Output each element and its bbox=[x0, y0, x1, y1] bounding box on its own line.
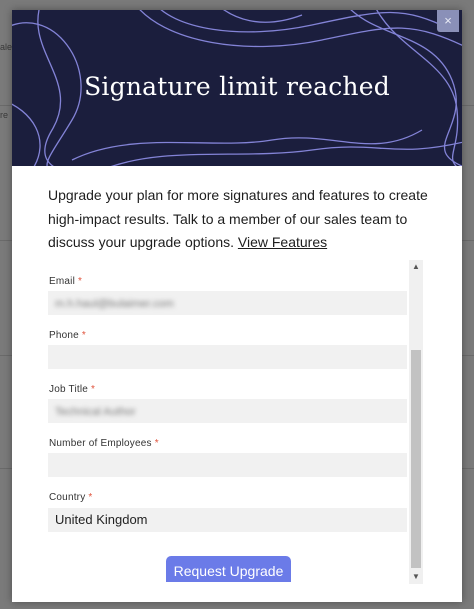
modal-title: Signature limit reached bbox=[84, 72, 390, 101]
required-marker: * bbox=[78, 276, 83, 287]
form-scrollbar[interactable]: ▲ ▼ bbox=[409, 260, 423, 584]
country-label: Country * bbox=[49, 492, 93, 503]
email-label: Email * bbox=[49, 276, 83, 287]
upgrade-modal: Signature limit reached × Upgrade your p… bbox=[12, 10, 462, 602]
bg-text-fragment: ale bbox=[0, 42, 13, 52]
email-value: m.h.haul@bulaimer.com bbox=[55, 298, 174, 310]
close-icon: × bbox=[444, 13, 452, 28]
job-title-value: Technical Author bbox=[55, 406, 136, 418]
phone-label: Phone * bbox=[49, 330, 87, 341]
email-field[interactable]: m.h.haul@bulaimer.com bbox=[48, 291, 407, 315]
required-marker: * bbox=[88, 492, 93, 503]
modal-hero-banner: Signature limit reached × bbox=[12, 10, 462, 166]
country-select[interactable]: United Kingdom bbox=[48, 508, 407, 532]
employees-field[interactable] bbox=[48, 453, 407, 477]
country-value: United Kingdom bbox=[55, 512, 148, 527]
upgrade-form: Email * m.h.haul@bulaimer.com Phone * Job … bbox=[48, 260, 423, 582]
required-marker: * bbox=[91, 384, 96, 395]
close-button[interactable]: × bbox=[437, 10, 459, 32]
employees-label: Number of Employees * bbox=[49, 438, 159, 449]
scroll-thumb[interactable] bbox=[411, 350, 421, 568]
scroll-down-arrow-icon[interactable]: ▼ bbox=[409, 570, 423, 584]
job-title-label: Job Title * bbox=[49, 384, 96, 395]
job-title-field[interactable]: Technical Author bbox=[48, 399, 407, 423]
intro-text-block: Upgrade your plan for more signatures an… bbox=[48, 184, 438, 255]
required-marker: * bbox=[154, 438, 159, 449]
phone-field[interactable] bbox=[48, 345, 407, 369]
scroll-up-arrow-icon[interactable]: ▲ bbox=[409, 260, 423, 274]
view-features-link[interactable]: View Features bbox=[238, 234, 327, 250]
bg-text-fragment: re bbox=[0, 110, 9, 120]
request-upgrade-button[interactable]: Request Upgrade bbox=[166, 556, 291, 582]
required-marker: * bbox=[81, 330, 87, 341]
